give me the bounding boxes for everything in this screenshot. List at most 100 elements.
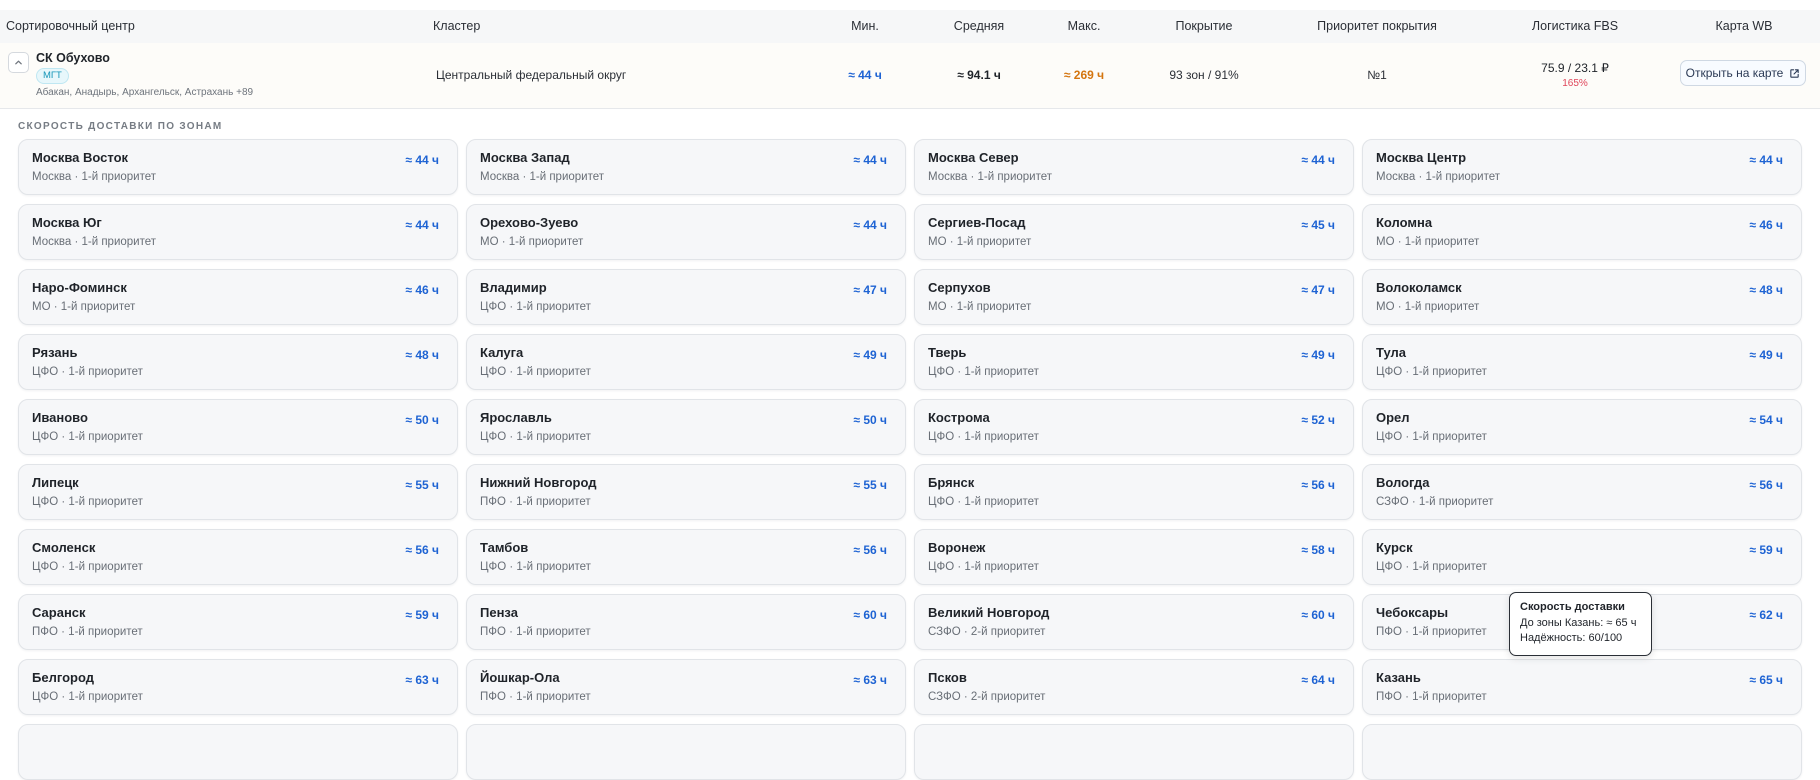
zone-card[interactable]: Ярославль ЦФО · 1-й приоритет ≈ 50 ч xyxy=(466,399,906,455)
zone-card[interactable]: Волоколамск МО · 1-й приоритет ≈ 48 ч xyxy=(1362,269,1802,325)
zone-time: ≈ 58 ч xyxy=(1301,543,1335,557)
zone-card[interactable]: Тверь ЦФО · 1-й приоритет ≈ 49 ч xyxy=(914,334,1354,390)
zone-time: ≈ 63 ч xyxy=(853,673,887,687)
zone-name: Белгород xyxy=(32,670,94,685)
zone-subtitle: ПФО · 1-й приоритет xyxy=(1376,626,1487,638)
zone-name: Серпухов xyxy=(928,280,991,295)
zone-name: Липецк xyxy=(32,475,79,490)
zone-time: ≈ 48 ч xyxy=(1749,283,1783,297)
zone-card[interactable]: Наро-Фоминск МО · 1-й приоритет ≈ 46 ч xyxy=(18,269,458,325)
zone-card[interactable]: Вологда СЗФО · 1-й приоритет ≈ 56 ч xyxy=(1362,464,1802,520)
zone-name: Великий Новгород xyxy=(928,605,1050,620)
zone-card[interactable]: Белгород ЦФО · 1-й приоритет ≈ 63 ч xyxy=(18,659,458,715)
collapse-toggle[interactable] xyxy=(8,52,29,73)
zone-subtitle: Москва · 1-й приоритет xyxy=(1376,171,1501,183)
zone-card[interactable]: Москва Запад Москва · 1-й приоритет ≈ 44 ч xyxy=(466,139,906,195)
zone-name: Москва Север xyxy=(928,150,1019,165)
col-min[interactable]: Мин. xyxy=(851,19,879,33)
zone-name: Москва Центр xyxy=(1376,150,1467,165)
zone-time: ≈ 47 ч xyxy=(853,283,887,297)
zone-card[interactable]: Серпухов МО · 1-й приоритет ≈ 47 ч xyxy=(914,269,1354,325)
zone-card[interactable]: Кострома ЦФО · 1-й приоритет ≈ 52 ч xyxy=(914,399,1354,455)
zone-name: Ярославль xyxy=(480,410,552,425)
chevron-up-icon xyxy=(15,60,22,65)
zone-card[interactable] xyxy=(18,724,458,780)
col-logistics[interactable]: Логистика FBS xyxy=(1532,19,1618,33)
zone-card[interactable]: Тамбов ЦФО · 1-й приоритет ≈ 56 ч xyxy=(466,529,906,585)
zone-card[interactable] xyxy=(1362,724,1802,780)
zone-card[interactable]: Курск ЦФО · 1-й приоритет ≈ 59 ч xyxy=(1362,529,1802,585)
zone-name: Орехово-Зуево xyxy=(480,215,579,230)
zone-card[interactable] xyxy=(466,724,906,780)
col-coverage[interactable]: Покрытие xyxy=(1175,19,1232,33)
zone-card[interactable]: Саранск ПФО · 1-й приоритет ≈ 59 ч xyxy=(18,594,458,650)
zone-card[interactable]: Москва Юг Москва · 1-й приоритет ≈ 44 ч xyxy=(18,204,458,260)
zone-name: Чебоксары xyxy=(1376,605,1449,620)
zone-subtitle: ПФО · 1-й приоритет xyxy=(480,626,591,638)
cluster-value: Центральный федеральный округ xyxy=(436,68,627,82)
zone-card[interactable]: Иваново ЦФО · 1-й приоритет ≈ 50 ч xyxy=(18,399,458,455)
zone-time: ≈ 44 ч xyxy=(853,153,887,167)
zone-card[interactable]: Липецк ЦФО · 1-й приоритет ≈ 55 ч xyxy=(18,464,458,520)
zone-subtitle: ЦФО · 1-й приоритет xyxy=(928,431,1039,443)
zone-card[interactable]: Москва Восток Москва · 1-й приоритет ≈ 44 … xyxy=(18,139,458,195)
zone-time: ≈ 45 ч xyxy=(1301,218,1335,232)
section-title: СКОРОСТЬ ДОСТАВКИ ПО ЗОНАМ xyxy=(18,121,223,132)
zone-name: Саранск xyxy=(32,605,86,620)
col-avg[interactable]: Средняя xyxy=(954,19,1004,33)
zone-card[interactable]: Москва Центр Москва · 1-й приоритет ≈ 44 ч xyxy=(1362,139,1802,195)
zone-card[interactable]: Великий Новгород СЗФО · 2-й приоритет ≈ 60… xyxy=(914,594,1354,650)
zone-card[interactable]: Рязань ЦФО · 1-й приоритет ≈ 48 ч xyxy=(18,334,458,390)
zone-time: ≈ 44 ч xyxy=(405,218,439,232)
zone-card[interactable]: Пенза ПФО · 1-й приоритет ≈ 60 ч xyxy=(466,594,906,650)
zone-name: Смоленск xyxy=(32,540,96,555)
avg-value: ≈ 94.1 ч xyxy=(957,68,1001,82)
zone-card[interactable]: Тула ЦФО · 1-й приоритет ≈ 49 ч xyxy=(1362,334,1802,390)
zone-subtitle: ЦФО · 1-й приоритет xyxy=(32,366,143,378)
open-map-button[interactable]: Открыть на карте xyxy=(1680,60,1806,86)
zone-card[interactable]: Орехово-Зуево МО · 1-й приоритет ≈ 44 ч xyxy=(466,204,906,260)
zone-card[interactable] xyxy=(914,724,1354,780)
zone-name: Тамбов xyxy=(480,540,529,555)
zones-grid: Москва Восток Москва · 1-й приоритет ≈ 44 … xyxy=(18,139,1802,780)
zone-card[interactable]: Смоленск ЦФО · 1-й приоритет ≈ 56 ч xyxy=(18,529,458,585)
zone-card[interactable]: Йошкар-Ола ПФО · 1-й приоритет ≈ 63 ч xyxy=(466,659,906,715)
zone-subtitle: Москва · 1-й приоритет xyxy=(480,171,605,183)
zone-card[interactable]: Нижний Новгород ПФО · 1-й приоритет ≈ 55 ч xyxy=(466,464,906,520)
zone-card[interactable]: Псков СЗФО · 2-й приоритет ≈ 64 ч xyxy=(914,659,1354,715)
col-coverage-priority[interactable]: Приоритет покрытия xyxy=(1317,19,1437,33)
table-row[interactable]: СК Обухово МГТ Абакан, Анадырь, Архангел… xyxy=(0,43,1820,109)
zone-name: Владимир xyxy=(480,280,547,295)
zone-time: ≈ 46 ч xyxy=(405,283,439,297)
tooltip-line: До зоны Казань: ≈ 65 ч xyxy=(1520,617,1637,629)
zone-time: ≈ 56 ч xyxy=(1301,478,1335,492)
zone-name: Коломна xyxy=(1376,215,1433,230)
zone-card[interactable]: Калуга ЦФО · 1-й приоритет ≈ 49 ч xyxy=(466,334,906,390)
zone-card[interactable]: Орел ЦФО · 1-й приоритет ≈ 54 ч xyxy=(1362,399,1802,455)
fbs-cost: 75.9 / 23.1 ₽ xyxy=(1541,61,1609,75)
zone-card[interactable]: Владимир ЦФО · 1-й приоритет ≈ 47 ч xyxy=(466,269,906,325)
col-cluster[interactable]: Кластер xyxy=(433,19,480,33)
type-badge: МГТ xyxy=(36,68,69,84)
zone-name: Воронеж xyxy=(928,540,986,555)
zone-card[interactable]: Москва Север Москва · 1-й приоритет ≈ 44 ч xyxy=(914,139,1354,195)
zone-name: Москва Запад xyxy=(480,150,570,165)
zone-card[interactable]: Воронеж ЦФО · 1-й приоритет ≈ 58 ч xyxy=(914,529,1354,585)
zone-name: Москва Юг xyxy=(32,215,102,230)
coverage-value: 93 зон / 91% xyxy=(1169,68,1239,82)
external-link-icon xyxy=(1790,68,1800,78)
zone-subtitle: ЦФО · 1-й приоритет xyxy=(480,561,591,573)
zone-card[interactable]: Казань ПФО · 1-й приоритет ≈ 65 ч xyxy=(1362,659,1802,715)
col-max[interactable]: Макс. xyxy=(1068,19,1101,33)
zone-time: ≈ 50 ч xyxy=(405,413,439,427)
zone-card[interactable]: Сергиев-Посад МО · 1-й приоритет ≈ 45 ч xyxy=(914,204,1354,260)
min-value: ≈ 44 ч xyxy=(848,68,882,82)
zone-card[interactable]: Коломна МО · 1-й приоритет ≈ 46 ч xyxy=(1362,204,1802,260)
zone-subtitle: ПФО · 1-й приоритет xyxy=(1376,691,1487,703)
zone-time: ≈ 65 ч xyxy=(1749,673,1783,687)
zone-subtitle: ПФО · 1-й приоритет xyxy=(480,691,591,703)
zone-card[interactable]: Брянск ЦФО · 1-й приоритет ≈ 56 ч xyxy=(914,464,1354,520)
zone-time: ≈ 44 ч xyxy=(405,153,439,167)
zone-subtitle: ЦФО · 1-й приоритет xyxy=(32,561,143,573)
col-sort-center[interactable]: Сортировочный центр xyxy=(6,19,135,33)
